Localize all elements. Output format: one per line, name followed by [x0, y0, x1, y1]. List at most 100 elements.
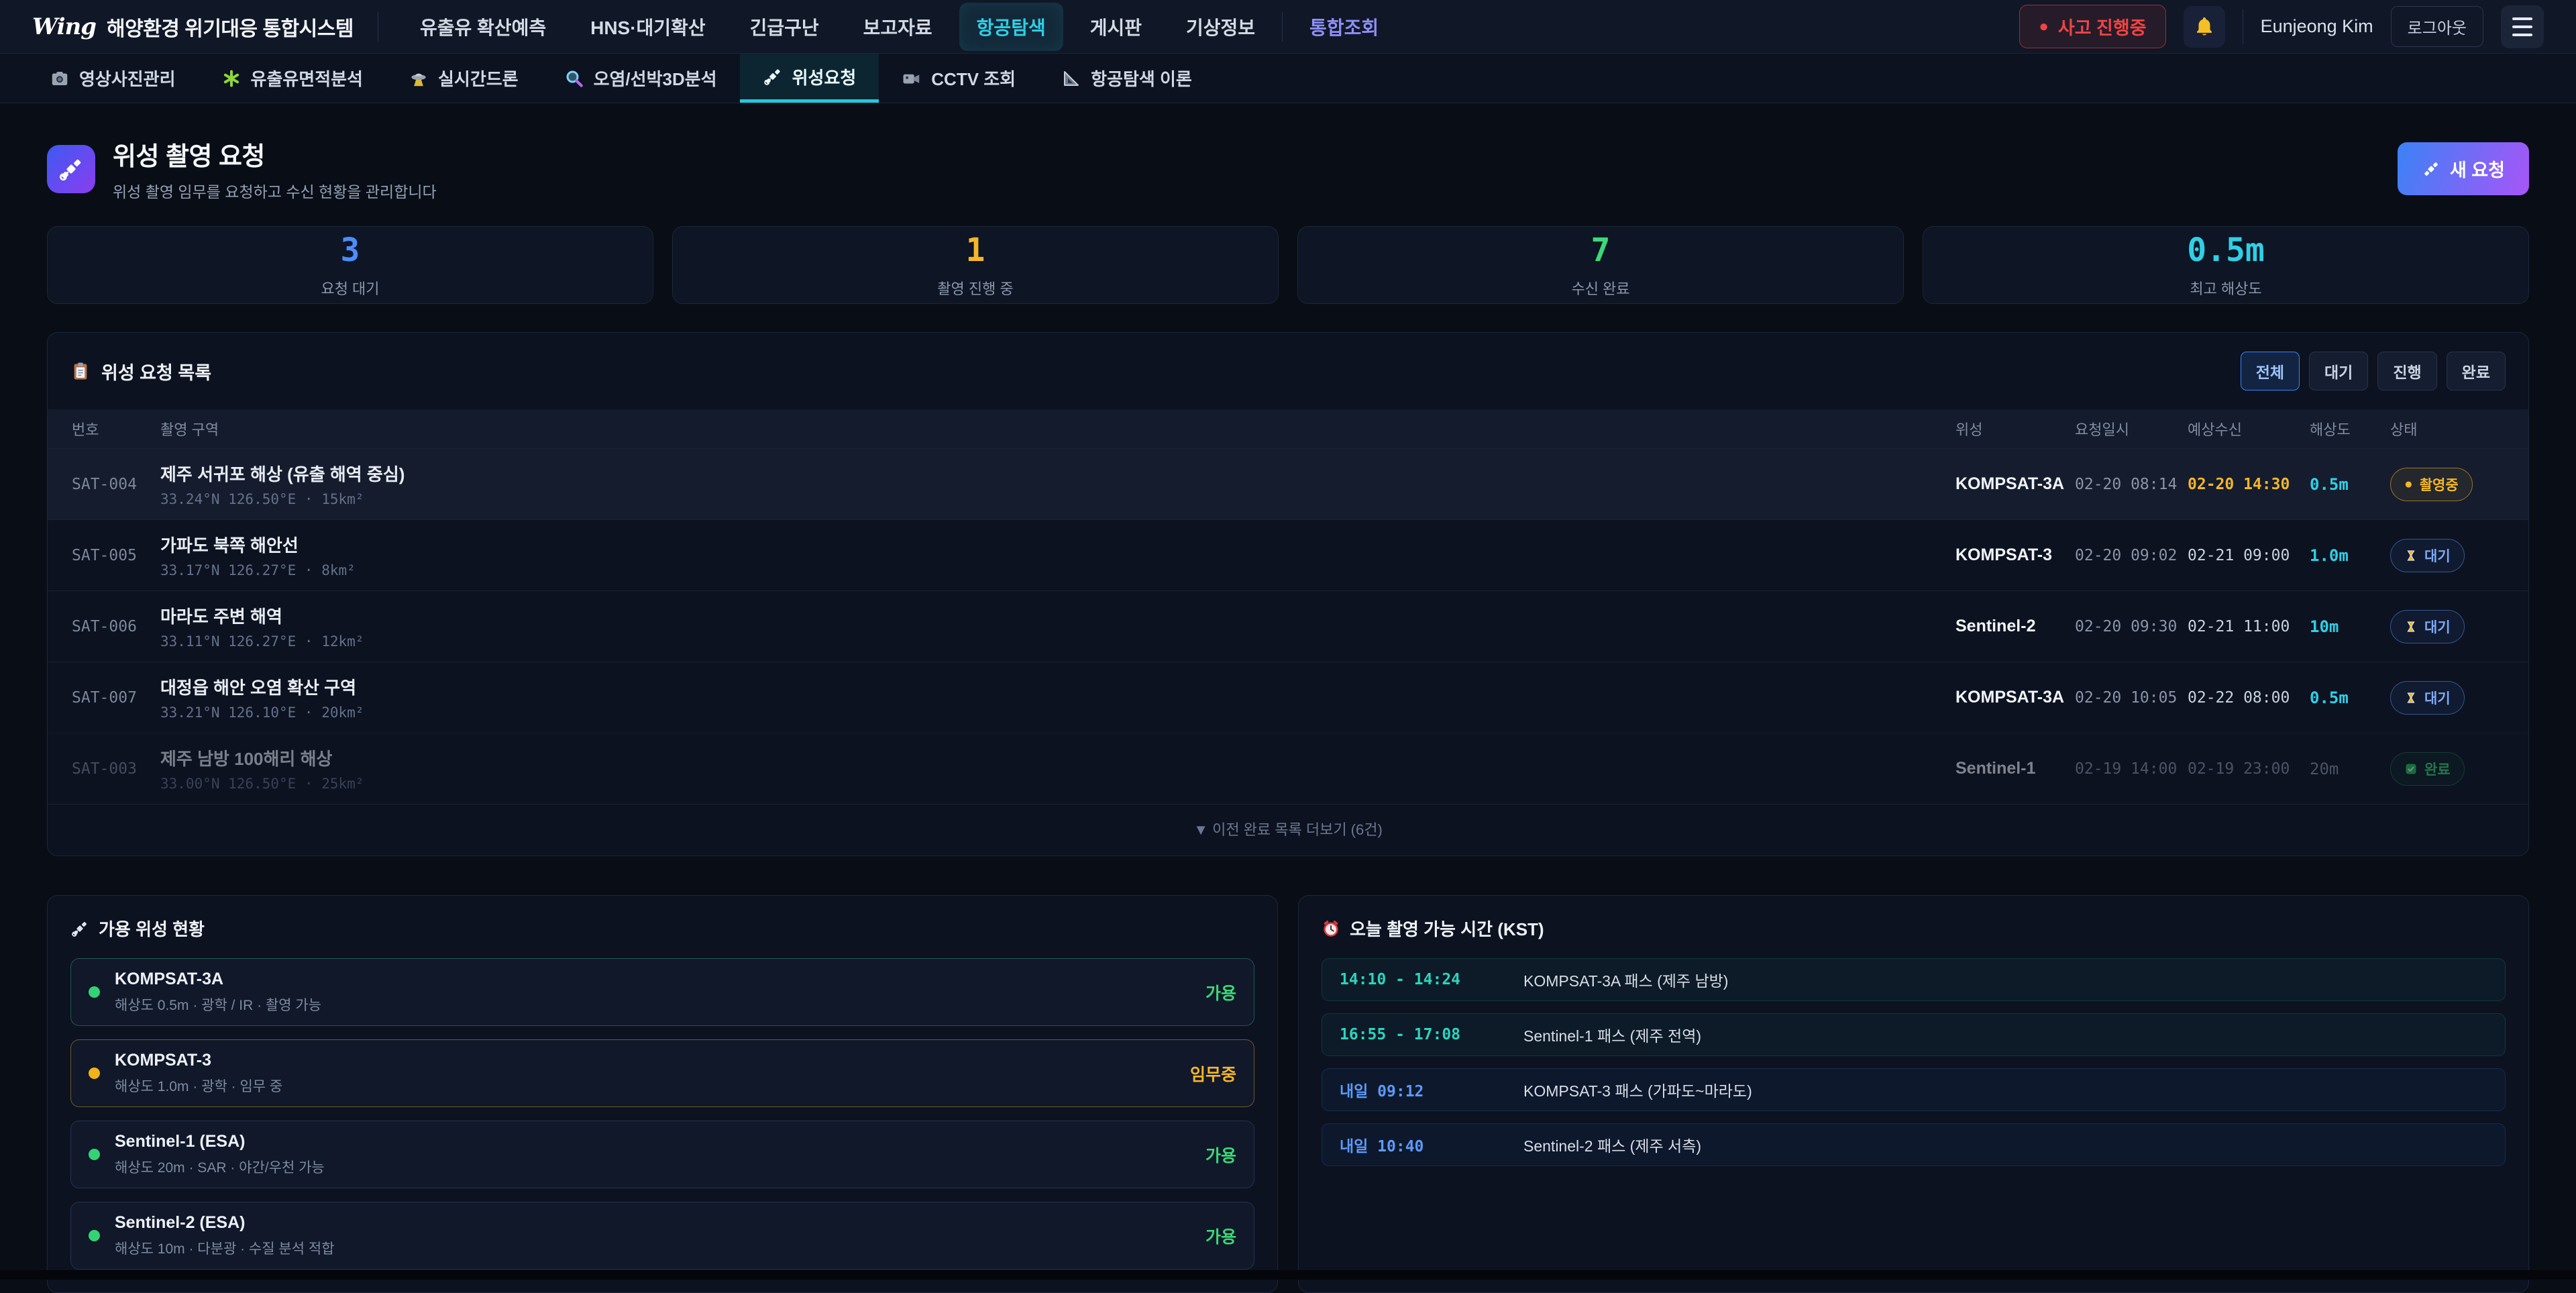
nav-item-aerial-search[interactable]: 항공탐색	[959, 3, 1063, 51]
drone-icon	[409, 68, 429, 89]
expected-at: 02-20 14:30	[2188, 476, 2310, 493]
stat-card-shooting: 1 촬영 진행 중	[672, 226, 1279, 304]
stat-card-best-resolution: 0.5m 최고 해상도	[1923, 226, 2529, 304]
status-cell: 대기	[2390, 610, 2504, 643]
request-list-header: 위성 요청 목록 전체 대기 진행 완료	[48, 333, 2528, 409]
table-row[interactable]: SAT-005 가파도 북쪽 해안선 33.17°N 126.27°E · 8k…	[48, 519, 2528, 590]
panel-title-text: 가용 위성 현황	[99, 916, 205, 941]
filter-waiting-button[interactable]: 대기	[2309, 352, 2368, 391]
tab-label: 오염/선박3D분석	[594, 66, 717, 91]
col-header-id: 번호	[72, 418, 160, 439]
page-header-left: 위성 촬영 요청 위성 촬영 임무를 요청하고 수신 현황을 관리합니다	[47, 136, 437, 202]
notifications-button[interactable]	[2184, 6, 2225, 48]
stat-label: 요청 대기	[321, 277, 379, 299]
navbar-right: ● 사고 진행중 Eunjeong Kim 로그아웃	[2019, 5, 2544, 48]
nav-divider	[1282, 12, 1283, 42]
available-satellites-panel: 가용 위성 현황 KOMPSAT-3A 해상도 0.5m · 광학 / IR ·…	[47, 895, 1278, 1293]
expected-at: 02-22 08:00	[2188, 689, 2310, 707]
satellite-desc: 해상도 10m · 다분광 · 수질 분석 적합	[115, 1238, 1191, 1258]
area-coords: 33.24°N 126.50°E · 15km²	[160, 491, 1955, 507]
satellite-name: KOMPSAT-3	[1955, 546, 2075, 565]
tab-cctv[interactable]: CCTV 조회	[879, 54, 1038, 103]
main-nav: 유출유 확산예측 HNS·대기확산 긴급구난 보고자료 항공탐색 게시판 기상정…	[402, 3, 1995, 51]
request-id: SAT-005	[72, 547, 160, 564]
tab-label: 항공탐색 이론	[1091, 66, 1192, 91]
filter-done-button[interactable]: 완료	[2447, 352, 2506, 391]
show-more-link[interactable]: ▼ 이전 완료 목록 더보기 (6건)	[48, 804, 2528, 856]
col-header-area: 촬영 구역	[160, 418, 1955, 439]
satellite-name: KOMPSAT-3	[115, 1051, 1175, 1070]
page-satellite-icon	[47, 145, 95, 193]
stat-value: 0.5m	[2187, 231, 2265, 269]
incident-dot-icon: ●	[2039, 17, 2049, 36]
stat-value: 3	[341, 231, 360, 269]
table-row[interactable]: SAT-007 대정읍 해안 오염 확산 구역 33.21°N 126.10°E…	[48, 662, 2528, 733]
hamburger-icon	[2512, 17, 2532, 20]
table-row[interactable]: SAT-003 제주 남방 100해리 해상 33.00°N 126.50°E …	[48, 733, 2528, 804]
table-row[interactable]: SAT-006 마라도 주변 해역 33.11°N 126.27°E · 12k…	[48, 590, 2528, 662]
satellite-item: KOMPSAT-3 해상도 1.0m · 광학 · 임무 중 임무중	[70, 1039, 1254, 1107]
cctv-icon	[902, 68, 922, 89]
requested-at: 02-20 08:14	[2075, 476, 2188, 493]
resolution: 0.5m	[2310, 688, 2390, 707]
tab-photo-management[interactable]: 영상사진관리	[27, 54, 199, 103]
brand[interactable]: Wing 해양환경 위기대응 통합시스템	[32, 12, 354, 42]
requested-at: 02-20 09:30	[2075, 618, 2188, 635]
page-subtitle: 위성 촬영 임무를 요청하고 수신 현황을 관리합니다	[113, 179, 437, 202]
nav-item-board[interactable]: 게시판	[1073, 3, 1159, 51]
new-request-label: 새 요청	[2450, 156, 2505, 182]
status-filters: 전체 대기 진행 완료	[2241, 352, 2506, 391]
table-header-row: 번호 촬영 구역 위성 요청일시 예상수신 해상도 상태	[48, 409, 2528, 448]
tab-realtime-drone[interactable]: 실시간드론	[386, 54, 541, 103]
nav-item-weather[interactable]: 기상정보	[1169, 3, 1273, 51]
satellite-icon	[2422, 160, 2440, 178]
nav-item-hns[interactable]: HNS·대기확산	[573, 3, 722, 51]
pass-desc: KOMPSAT-3 패스 (가파도~마라도)	[1523, 1078, 1752, 1101]
status-text: 대기	[2424, 688, 2451, 708]
status-dot-green	[89, 986, 100, 998]
tab-satellite-request[interactable]: 위성요청	[740, 54, 879, 103]
new-request-button[interactable]: 새 요청	[2398, 142, 2529, 195]
top-navbar: Wing 해양환경 위기대응 통합시스템 유출유 확산예측 HNS·대기확산 긴…	[0, 0, 2576, 54]
filter-progress-button[interactable]: 진행	[2377, 352, 2436, 391]
status-text: 대기	[2424, 546, 2451, 566]
page-title-block: 위성 촬영 요청 위성 촬영 임무를 요청하고 수신 현황을 관리합니다	[113, 136, 437, 202]
spill-analysis-icon	[221, 68, 241, 89]
nav-item-rescue[interactable]: 긴급구난	[733, 3, 837, 51]
logout-button[interactable]: 로그아웃	[2391, 6, 2483, 47]
pass-time: 내일 09:12	[1340, 1078, 1501, 1101]
request-id: SAT-007	[72, 689, 160, 707]
incident-status-badge[interactable]: ● 사고 진행중	[2019, 5, 2165, 48]
tab-pollution-3d-analysis[interactable]: 오염/선박3D분석	[541, 54, 740, 103]
stat-label: 수신 완료	[1571, 277, 1629, 299]
satellite-item: Sentinel-2 (ESA) 해상도 10m · 다분광 · 수질 분석 적…	[70, 1202, 1254, 1270]
hamburger-menu-button[interactable]	[2501, 5, 2544, 48]
pass-row: 16:55 - 17:08 Sentinel-1 패스 (제주 전역)	[1322, 1013, 2506, 1056]
filter-all-button[interactable]: 전체	[2241, 352, 2300, 391]
requested-at: 02-20 10:05	[2075, 689, 2188, 707]
expected-at: 02-21 11:00	[2188, 618, 2310, 635]
status-badge-waiting: 대기	[2390, 610, 2465, 643]
tab-aerial-theory[interactable]: 항공탐색 이론	[1038, 54, 1215, 103]
nav-item-oil-spill[interactable]: 유출유 확산예측	[402, 3, 564, 51]
tab-label: 실시간드론	[438, 66, 519, 91]
tab-label: 위성요청	[792, 64, 857, 89]
tab-spill-area-analysis[interactable]: 유출유면적분석	[199, 54, 386, 103]
nav-item-integrated-search[interactable]: 통합조회	[1292, 3, 1396, 51]
satellite-icon	[763, 66, 783, 87]
satellite-desc: 해상도 1.0m · 광학 · 임무 중	[115, 1076, 1175, 1096]
request-list-card: 위성 요청 목록 전체 대기 진행 완료 번호 촬영 구역 위성 요청일시 예상…	[47, 332, 2529, 856]
status-cell: ● 촬영중	[2390, 468, 2504, 501]
satellite-name: Sentinel-2 (ESA)	[115, 1213, 1191, 1233]
satellite-item: Sentinel-1 (ESA) 해상도 20m · SAR · 야간/우천 가…	[70, 1121, 1254, 1188]
area-title: 대정읍 해안 오염 확산 구역	[160, 674, 1955, 699]
table-row[interactable]: SAT-004 제주 서귀포 해상 (유출 해역 중심) 33.24°N 126…	[48, 448, 2528, 519]
status-dot-amber	[89, 1068, 100, 1079]
area-coords: 33.00°N 126.50°E · 25km²	[160, 776, 1955, 792]
pass-row: 14:10 - 14:24 KOMPSAT-3A 패스 (제주 남방)	[1322, 958, 2506, 1001]
satellite-desc: 해상도 0.5m · 광학 / IR · 촬영 가능	[115, 994, 1191, 1015]
nav-item-reports[interactable]: 보고자료	[846, 3, 950, 51]
request-id: SAT-004	[72, 476, 160, 493]
pass-row: 내일 10:40 Sentinel-2 패스 (제주 서측)	[1322, 1123, 2506, 1166]
ruler-icon	[1061, 68, 1081, 89]
